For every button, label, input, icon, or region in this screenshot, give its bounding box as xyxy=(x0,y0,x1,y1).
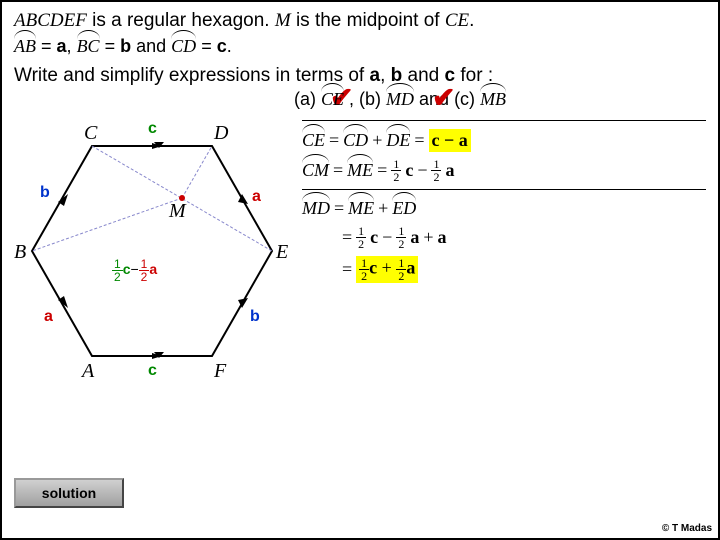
vector-definitions: AB = a, BC = b and CD = c. xyxy=(14,36,706,57)
row-cm: CM = ME = 12c − 12a xyxy=(302,158,706,183)
instruction: Write and simplify expressions in terms … xyxy=(14,65,706,87)
solution-button[interactable]: solution xyxy=(14,478,124,508)
vertex-e: E xyxy=(276,241,288,264)
vertex-a: A xyxy=(82,360,94,383)
vertex-f: F xyxy=(214,360,226,383)
vertex-c: C xyxy=(84,122,97,145)
midpoint-of: CE xyxy=(445,10,469,31)
working-area: CE = CD + DE = c − a CM = ME = 12c − 12a… xyxy=(294,116,706,406)
vec-ab: AB xyxy=(14,36,36,57)
vector-c: c xyxy=(217,36,227,56)
problem-line-1: ABCDEF is a regular hexagon. M is the mi… xyxy=(14,10,706,32)
row-ce: CE = CD + DE = c − a xyxy=(302,129,706,152)
vector-b: b xyxy=(120,36,131,56)
result-ce: c − a xyxy=(429,129,471,152)
midpoint-var: M xyxy=(275,10,291,31)
hexagon-diagram: C D B E A F M c a b a b c 12c−12a xyxy=(14,116,294,406)
vec-bc: BC xyxy=(77,36,100,57)
divider xyxy=(302,189,706,190)
midpoint-m: M xyxy=(169,200,186,223)
vertex-d: D xyxy=(214,122,228,145)
row-md-1: MD = ME + ED xyxy=(302,198,706,219)
edge-a-right: a xyxy=(252,188,261,206)
check-icon: ✔ xyxy=(432,81,455,114)
vertex-b: B xyxy=(14,241,26,264)
row-md-3: = 12c + 12a xyxy=(302,256,706,283)
hexagon-name: ABCDEF xyxy=(14,10,87,31)
vec-cd: CD xyxy=(171,36,196,57)
result-md: 12c + 12a xyxy=(356,256,418,283)
mid-expression: 12c−12a xyxy=(112,258,157,283)
edge-c-top: c xyxy=(148,120,157,138)
edge-a-bl: a xyxy=(44,308,53,326)
edge-c-bottom: c xyxy=(148,362,157,380)
vector-a: a xyxy=(57,36,67,56)
question-parts: ✔ ✔ (a) CE , (b) MD and (c) MB xyxy=(294,89,706,110)
divider xyxy=(302,120,706,121)
edge-b-left: b xyxy=(40,184,50,202)
copyright: © T Madas xyxy=(662,523,712,534)
row-md-2: = 12c − 12a + a xyxy=(302,225,706,250)
edge-b-br: b xyxy=(250,308,260,326)
